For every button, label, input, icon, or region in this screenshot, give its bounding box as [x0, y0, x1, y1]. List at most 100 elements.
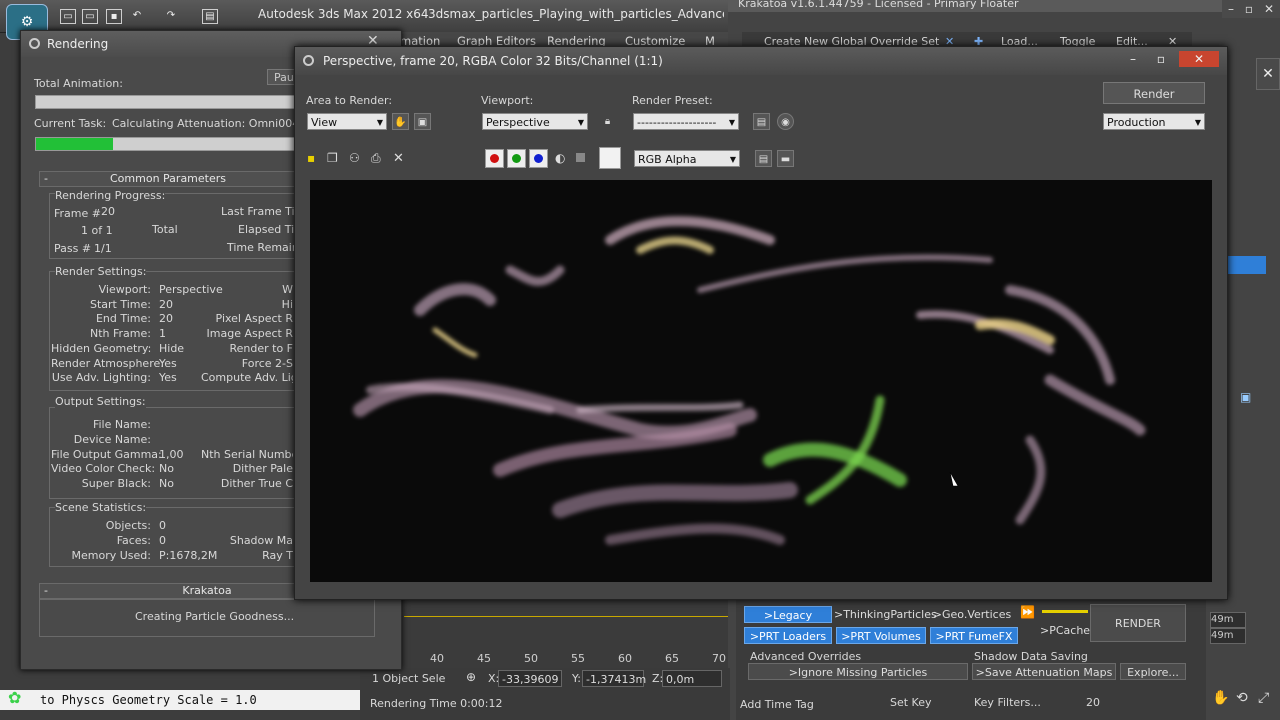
explore-button[interactable]: Explore...: [1120, 663, 1186, 680]
maximize-viewport-icon[interactable]: ⤢: [1258, 690, 1269, 706]
set-key-button[interactable]: Set Key: [890, 696, 932, 709]
clear-icon[interactable]: ✕: [393, 151, 404, 166]
spinner-field[interactable]: 49m: [1210, 612, 1246, 628]
add-time-tag[interactable]: Add Time Tag: [740, 698, 814, 711]
rendered-image[interactable]: [310, 180, 1212, 582]
project-folder-icon[interactable]: ▤: [202, 9, 218, 24]
minimize-icon[interactable]: –: [1121, 51, 1145, 67]
render-settings-header: Render Settings:: [55, 265, 147, 278]
print-image-icon[interactable]: ⎙: [371, 151, 381, 166]
current-task-progress-fill: [36, 138, 114, 150]
render-setting-value: Hide: [159, 341, 185, 355]
y-coordinate-field[interactable]: -1,37413m: [582, 670, 646, 687]
output-setting-label: File Output Gamma:: [51, 447, 162, 461]
total-label: Total: [152, 223, 178, 236]
fast-forward-icon[interactable]: ⏩: [1020, 605, 1035, 619]
maximize-icon[interactable]: ▫: [1242, 2, 1256, 16]
thinkingparticles-button[interactable]: >ThinkingParticles: [834, 606, 937, 623]
render-preset-label: Render Preset:: [632, 94, 713, 107]
render-setting-label: Nth Frame:: [90, 327, 151, 341]
toggle-ui-icon[interactable]: ▬: [777, 150, 794, 167]
scene-stat-value: 0: [159, 519, 166, 532]
redo-icon[interactable]: ↷: [164, 9, 178, 22]
new-file-icon[interactable]: ▭: [60, 9, 76, 24]
save-attenuation-maps-button[interactable]: >Save Attenuation Maps: [972, 663, 1116, 680]
close-panel-icon[interactable]: ✕: [1256, 58, 1280, 90]
collapse-icon: -: [44, 172, 48, 185]
prt-volumes-button[interactable]: >PRT Volumes: [836, 627, 926, 644]
chevron-down-icon: ▼: [376, 118, 383, 127]
close-icon[interactable]: ✕: [1262, 2, 1276, 16]
close-icon[interactable]: ✕: [1179, 51, 1219, 67]
chevron-down-icon: ▼: [1194, 118, 1201, 127]
render-preset-dropdown[interactable]: -------------------- ▼: [633, 113, 739, 130]
z-coordinate-field[interactable]: 0,0m: [662, 670, 722, 687]
common-parameters-header[interactable]: - Common Parameters: [39, 171, 297, 187]
krakatoa-status-text: Creating Particle Goodness...: [135, 610, 295, 623]
clone-window-icon[interactable]: ⚇: [349, 151, 360, 165]
green-channel-button[interactable]: [507, 149, 526, 168]
scene-stat-right-label: Shadow Ma: [229, 534, 293, 547]
timeline-ruler[interactable]: 40 45 50 55 60 65 70: [404, 600, 728, 668]
collapse-icon: -: [44, 584, 48, 597]
geo-vertices-button[interactable]: >Geo.Vertices: [932, 606, 1012, 623]
viewport-dropdown[interactable]: Perspective ▼: [482, 113, 588, 130]
selected-list-item[interactable]: [1226, 256, 1266, 274]
spinner-field[interactable]: 49m: [1210, 628, 1246, 644]
scene-stat-right-label: Ray T: [262, 549, 293, 562]
render-setting-right-label: Pixel Aspect R: [215, 312, 293, 326]
render-setup-icon[interactable]: ▣: [1240, 390, 1258, 408]
particle-stream: [493, 423, 737, 477]
orbit-icon[interactable]: ⟲: [1236, 690, 1248, 706]
render-setup-icon[interactable]: ▤: [753, 113, 770, 130]
legacy-particles-button[interactable]: >Legacy Particles: [744, 606, 832, 639]
output-setting-label: Device Name:: [73, 432, 151, 446]
undo-icon[interactable]: ↶: [130, 9, 144, 22]
toggle-ui-overlay-icon[interactable]: ▤: [755, 150, 772, 167]
minimize-icon[interactable]: –: [1224, 2, 1238, 16]
x-coordinate-field[interactable]: -33,39609: [498, 670, 562, 687]
krakatoa-section-label: Krakatoa: [182, 584, 232, 597]
output-settings-header: Output Settings:: [55, 395, 146, 408]
red-channel-button[interactable]: [485, 149, 504, 168]
display-channel-dropdown[interactable]: RGB Alpha ▼: [634, 150, 740, 167]
monochrome-icon[interactable]: [576, 153, 585, 162]
render-button[interactable]: Render: [1103, 82, 1205, 104]
copy-image-icon[interactable]: ❐: [327, 151, 338, 165]
particle-streams: [353, 216, 1146, 545]
save-image-icon[interactable]: ▪: [307, 151, 315, 165]
current-frame-field[interactable]: 20: [1086, 696, 1100, 709]
prt-fumefx-button[interactable]: >PRT FumeFX: [930, 627, 1018, 644]
render-setting-label: Viewport:: [98, 283, 151, 296]
key-filters-button[interactable]: Key Filters...: [974, 696, 1041, 709]
blue-channel-button[interactable]: [529, 149, 548, 168]
y-label: Y:: [572, 672, 581, 685]
color-swatch[interactable]: [599, 147, 621, 169]
output-setting-value: No: [159, 477, 174, 491]
edit-region-icon[interactable]: ✋: [392, 113, 409, 130]
maximize-icon[interactable]: ▫: [1149, 51, 1173, 67]
lock-icon[interactable]: 🔒︎: [599, 113, 616, 130]
pan-hand-icon[interactable]: ✋: [1212, 690, 1229, 706]
render-setting-right-label: Compute Adv. Ligh: [201, 371, 293, 385]
pcache-button[interactable]: >PCache: [1040, 622, 1090, 639]
ignore-missing-particles-button[interactable]: >Ignore Missing Particles: [748, 663, 968, 680]
render-setting-right-label: Force 2-S: [241, 356, 293, 370]
lock-selection-icon[interactable]: ⊕: [466, 670, 476, 684]
maxscript-listener[interactable]: to Physcs Geometry Scale = 1.0: [0, 690, 360, 710]
production-dropdown[interactable]: Production ▼: [1103, 113, 1205, 130]
shadow-data-saving-label: Shadow Data Saving: [974, 650, 1088, 663]
area-to-render-dropdown[interactable]: View ▼: [307, 113, 387, 130]
save-file-icon[interactable]: ▪: [106, 9, 122, 24]
open-file-icon[interactable]: ▭: [82, 9, 98, 24]
environment-icon[interactable]: ◉: [777, 113, 794, 130]
scene-stat-value: 0: [159, 534, 166, 547]
render-button[interactable]: RENDER: [1090, 604, 1186, 642]
display-channel-value: RGB Alpha: [638, 153, 697, 166]
alpha-channel-icon[interactable]: ◐: [555, 151, 565, 165]
prt-loaders-button[interactable]: >PRT Loaders: [744, 627, 832, 644]
window-controls: – ▫ ✕: [1222, 0, 1280, 18]
auto-region-icon[interactable]: ▣: [414, 113, 431, 130]
frame-label: Frame #: [54, 207, 101, 220]
frame-window-icon: [303, 55, 314, 66]
